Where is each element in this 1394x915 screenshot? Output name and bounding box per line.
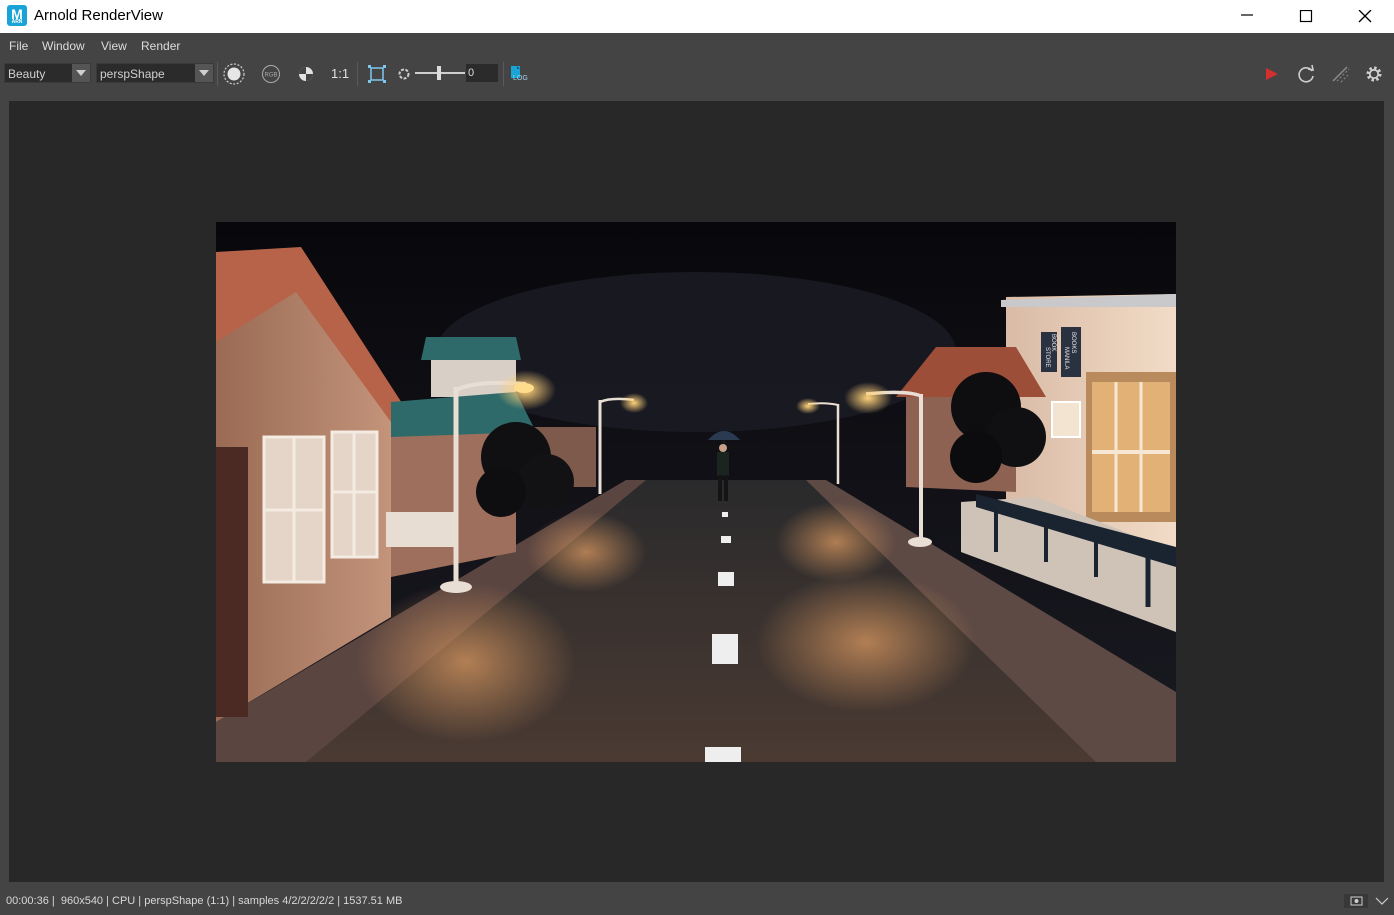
gear-icon — [1366, 66, 1382, 82]
menu-render[interactable]: Render — [141, 39, 180, 53]
chevron-down-icon — [72, 64, 90, 82]
menu-view[interactable]: View — [101, 39, 127, 53]
settings-button[interactable] — [1361, 61, 1387, 87]
crop-region-button[interactable] — [364, 61, 390, 87]
aov-dropdown[interactable]: Beauty — [4, 63, 91, 83]
minimize-icon — [1241, 14, 1253, 16]
status-bar: 00:00:36 | 960x540 | CPU | perspShape (1… — [0, 890, 1394, 915]
toolbar-divider — [217, 62, 218, 86]
status-expand-button[interactable] — [1372, 894, 1392, 908]
maya-app-icon: M ARN — [7, 5, 27, 26]
play-icon — [1266, 68, 1278, 80]
store-sign-text: STORE — [1044, 347, 1050, 368]
toolbar-divider — [503, 62, 504, 86]
compare-icon — [299, 67, 313, 81]
close-button[interactable] — [1336, 0, 1394, 33]
refresh-icon — [1298, 64, 1315, 83]
render-viewport[interactable]: BOOK STORE BOOKS MANILA — [9, 101, 1384, 882]
zoom-ratio-button[interactable]: 1:1 — [331, 66, 349, 81]
menu-window[interactable]: Window — [42, 39, 85, 53]
snapshot-button[interactable] — [1344, 894, 1368, 908]
menu-file[interactable]: File — [9, 39, 28, 53]
circle-channel-icon — [223, 63, 245, 85]
rgb-icon: RGB — [262, 65, 280, 83]
camera-icon — [1350, 896, 1363, 906]
chevron-down-icon — [195, 64, 213, 82]
exposure-input[interactable]: 0 — [466, 64, 498, 82]
rgb-button[interactable]: RGB — [258, 61, 284, 87]
maximize-icon — [1299, 10, 1313, 23]
toolbar: Beauty perspShape RGB 1:1 0 LOG — [0, 58, 1394, 90]
chevron-down-icon — [1375, 897, 1389, 905]
start-render-button[interactable] — [1258, 61, 1284, 87]
log-icon — [511, 66, 520, 78]
menu-bar: File Window View Render — [0, 33, 1394, 58]
log-button[interactable] — [506, 61, 532, 87]
render-status-text: 00:00:36 | 960x540 | CPU | perspShape (1… — [6, 895, 403, 907]
render-image: BOOK STORE BOOKS MANILA — [216, 222, 1176, 762]
display-channel-button[interactable] — [221, 61, 247, 87]
camera-dropdown-value: perspShape — [100, 67, 165, 81]
refresh-render-button[interactable] — [1293, 61, 1319, 87]
ipr-button[interactable] — [1327, 61, 1353, 87]
app-icon-sub: ARN — [11, 19, 23, 25]
minimize-button[interactable] — [1218, 0, 1276, 33]
toolbar-divider — [357, 62, 358, 86]
crop-region-icon — [368, 65, 386, 83]
close-icon — [1358, 10, 1372, 23]
window-title: Arnold RenderView — [34, 7, 163, 24]
ab-compare-button[interactable] — [293, 61, 319, 87]
log-label: LOG — [513, 75, 528, 82]
ipr-icon — [1332, 66, 1350, 83]
store-sign-text: MANILA — [1063, 347, 1069, 369]
store-sign-text: BOOKS — [1070, 332, 1076, 353]
exposure-reset-button[interactable] — [392, 61, 418, 87]
exposure-icon — [398, 68, 410, 80]
camera-dropdown[interactable]: perspShape — [96, 63, 214, 83]
aov-dropdown-value: Beauty — [8, 67, 46, 81]
maximize-button[interactable] — [1277, 0, 1335, 33]
exposure-slider-handle[interactable] — [437, 66, 441, 80]
rgb-label: RGB — [264, 73, 277, 79]
night-street-render: BOOK STORE BOOKS MANILA — [216, 222, 1176, 762]
title-bar: M ARN Arnold RenderView — [0, 0, 1394, 33]
